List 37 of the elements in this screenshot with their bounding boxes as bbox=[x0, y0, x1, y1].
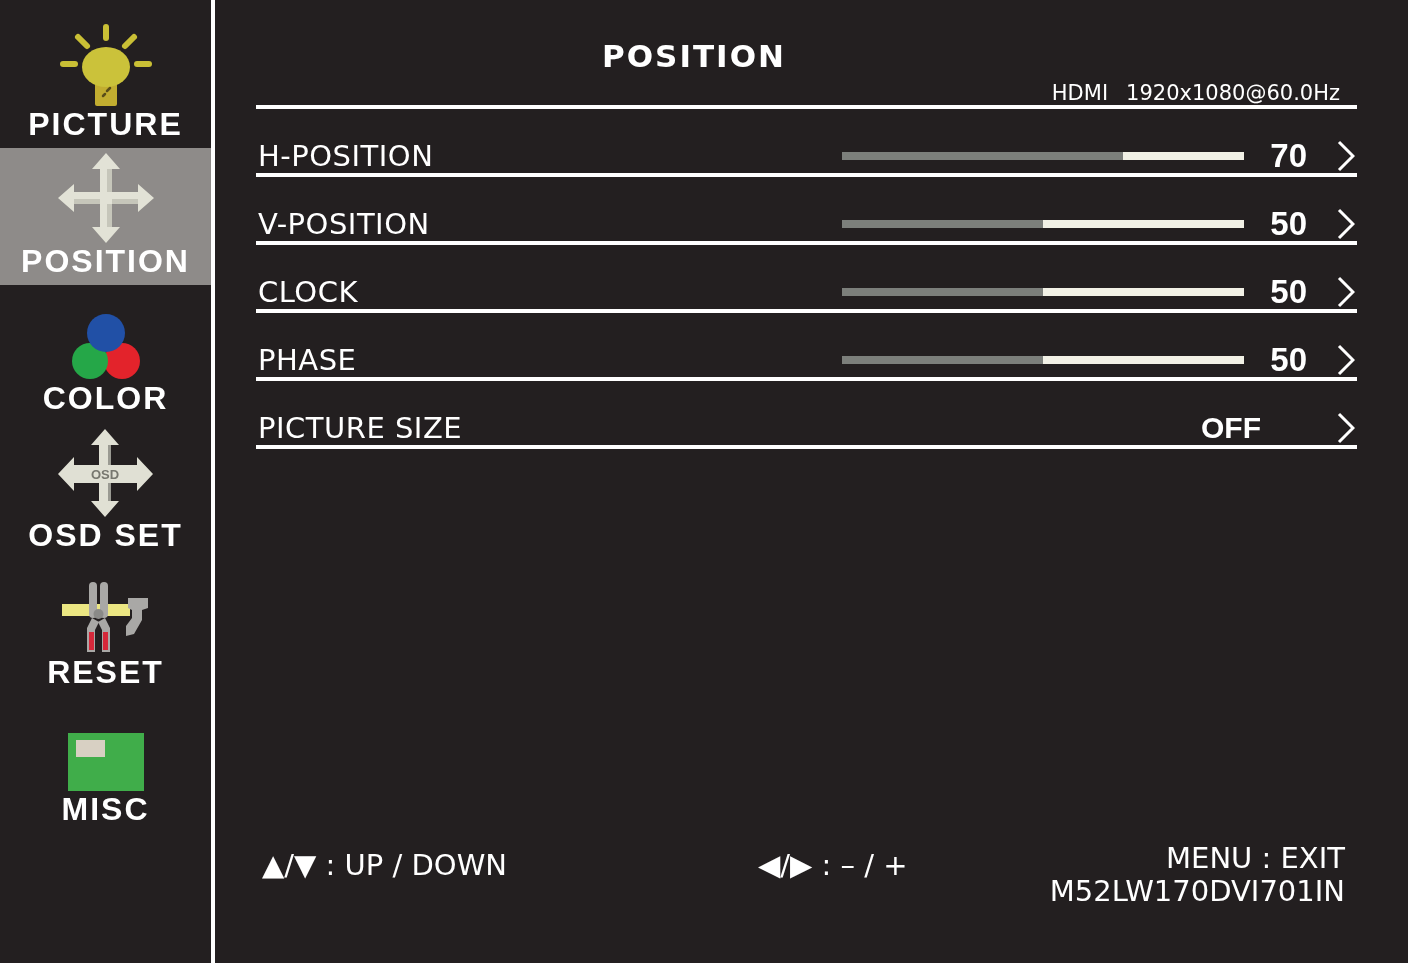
setting-value: 50 bbox=[1269, 207, 1307, 241]
menu-tab[interactable]: RESET bbox=[0, 559, 211, 696]
menu-tab[interactable]: COLOR bbox=[0, 285, 211, 422]
slider-track[interactable] bbox=[842, 356, 1244, 364]
menu-tab[interactable]: MISC bbox=[0, 696, 211, 833]
input-source: HDMI bbox=[1051, 81, 1109, 105]
chevron-right-icon bbox=[1337, 412, 1355, 444]
chevron-right-icon bbox=[1337, 276, 1355, 308]
setting-label: PHASE bbox=[258, 343, 358, 377]
setting-value: 70 bbox=[1269, 139, 1307, 173]
chevron-right-icon bbox=[1337, 140, 1355, 172]
model-number: M52LW170DVI701IN bbox=[1049, 875, 1345, 908]
slider-track[interactable] bbox=[842, 152, 1244, 160]
setting-label: V-POSITION bbox=[258, 207, 431, 241]
key-hint: MENU : EXIT bbox=[1166, 842, 1345, 875]
slider-track[interactable] bbox=[842, 220, 1244, 228]
three-circles-icon bbox=[70, 314, 141, 380]
osd-arrows-icon: OSD bbox=[57, 429, 154, 517]
light-bulb-icon bbox=[59, 24, 152, 106]
panel-icon bbox=[67, 733, 144, 791]
chevron-right-icon bbox=[1337, 208, 1355, 240]
menu-title: POSITION bbox=[602, 38, 786, 74]
pliers-hammer-icon bbox=[61, 582, 150, 654]
setting-value: 50 bbox=[1269, 343, 1307, 377]
menu-tab[interactable]: OSD OSD SET bbox=[0, 422, 211, 559]
setting-label: CLOCK bbox=[258, 275, 359, 309]
setting-value: 50 bbox=[1269, 275, 1307, 309]
key-hint: ▲/▼ : UP / DOWN bbox=[262, 849, 508, 882]
slider-track[interactable] bbox=[842, 288, 1244, 296]
menu-tab[interactable]: PICTURE bbox=[0, 0, 211, 148]
setting-label: PICTURE SIZE bbox=[258, 411, 464, 445]
four-way-arrows-icon bbox=[57, 153, 154, 243]
setting-label: H-POSITION bbox=[258, 139, 435, 173]
setting-value: OFF bbox=[1201, 411, 1261, 445]
signal-timing: 1920x1080@60.0Hz bbox=[1126, 81, 1340, 105]
chevron-right-icon bbox=[1337, 344, 1355, 376]
key-hint: ◀/▶ : – / + bbox=[758, 849, 908, 882]
